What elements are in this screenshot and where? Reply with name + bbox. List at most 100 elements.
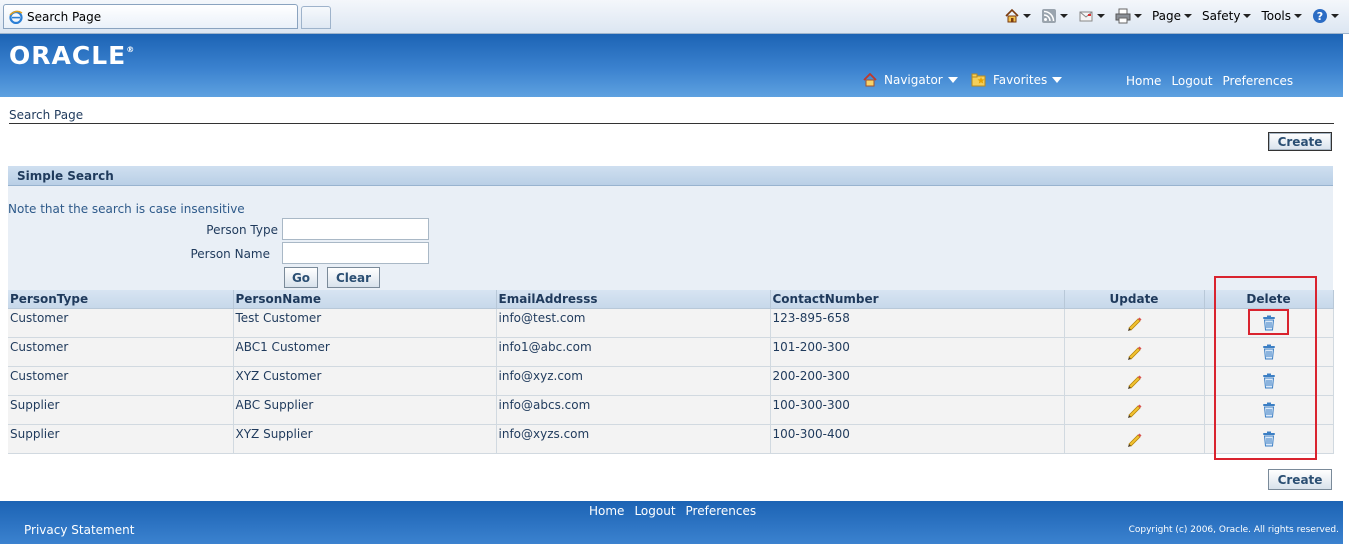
home-link[interactable]: Home bbox=[1126, 74, 1161, 88]
update-button[interactable] bbox=[1125, 374, 1143, 389]
global-links: Home Logout Preferences bbox=[1126, 74, 1293, 88]
navigator-menu[interactable]: Navigator bbox=[863, 73, 958, 87]
feeds-menu[interactable] bbox=[1041, 8, 1074, 24]
chevron-down-icon bbox=[947, 77, 958, 83]
cell-email: info@xyz.com bbox=[496, 366, 771, 396]
print-icon bbox=[1115, 8, 1131, 24]
page-menu[interactable]: Page bbox=[1152, 9, 1198, 23]
create-button-bottom[interactable]: Create bbox=[1268, 469, 1332, 490]
app-header: ORACLE® Navigator Favorites Home Logout … bbox=[0, 34, 1343, 97]
new-tab-button[interactable] bbox=[301, 6, 331, 29]
col-header-person-type[interactable]: PersonType bbox=[8, 290, 234, 309]
help-menu[interactable]: ? bbox=[1312, 8, 1339, 24]
col-header-update: Update bbox=[1064, 290, 1205, 309]
table-header-row: PersonType PersonName EmailAddresss Cont… bbox=[8, 290, 1334, 309]
mail-menu[interactable] bbox=[1078, 8, 1111, 24]
chevron-down-icon bbox=[1059, 14, 1068, 18]
safety-menu[interactable]: Safety bbox=[1202, 9, 1257, 23]
command-bar: Page Safety Tools ? bbox=[1004, 6, 1339, 26]
app-footer: Home Logout Preferences Privacy Statemen… bbox=[0, 501, 1343, 544]
delete-cell-highlight bbox=[1248, 309, 1289, 335]
privacy-statement-link[interactable]: Privacy Statement bbox=[24, 523, 134, 537]
favorites-label: Favorites bbox=[993, 73, 1048, 87]
footer-preferences-link[interactable]: Preferences bbox=[686, 504, 757, 518]
simple-search-title: Simple Search bbox=[17, 169, 114, 183]
cell-contact: 200-200-300 bbox=[770, 366, 1065, 396]
page-menu-label: Page bbox=[1151, 9, 1182, 23]
person-name-input[interactable] bbox=[282, 242, 429, 264]
cell-person-type: Supplier bbox=[8, 395, 234, 425]
delete-column-highlight bbox=[1214, 276, 1317, 460]
update-button[interactable] bbox=[1125, 403, 1143, 418]
chevron-down-icon bbox=[1184, 14, 1193, 18]
preferences-link[interactable]: Preferences bbox=[1223, 74, 1294, 88]
chevron-down-icon bbox=[1243, 14, 1252, 18]
update-button[interactable] bbox=[1125, 345, 1143, 360]
mail-icon bbox=[1079, 11, 1093, 22]
table-row: Customer XYZ Customer info@xyz.com 200-200-… bbox=[8, 366, 1334, 396]
cell-update bbox=[1064, 395, 1205, 425]
tools-menu[interactable]: Tools bbox=[1261, 9, 1308, 23]
cell-update bbox=[1064, 308, 1205, 338]
cell-email: info@xyzs.com bbox=[496, 424, 771, 454]
cell-person-name: XYZ Supplier bbox=[233, 424, 497, 454]
person-type-input[interactable] bbox=[282, 218, 429, 240]
update-button[interactable] bbox=[1125, 432, 1143, 447]
cell-update bbox=[1064, 337, 1205, 367]
chevron-down-icon bbox=[1133, 14, 1142, 18]
table-row: Customer ABC1 Customer info1@abc.com 101-20… bbox=[8, 337, 1334, 367]
home-icon bbox=[1005, 8, 1019, 23]
pencil-icon bbox=[1128, 404, 1142, 418]
cell-person-name: ABC1 Customer bbox=[233, 337, 497, 367]
cell-person-type: Customer bbox=[8, 337, 234, 367]
browser-tab-active[interactable]: Search Page bbox=[3, 4, 298, 29]
chevron-down-icon bbox=[1331, 14, 1339, 18]
footer-logout-link[interactable]: Logout bbox=[634, 504, 675, 518]
logout-link[interactable]: Logout bbox=[1171, 74, 1212, 88]
col-header-email[interactable]: EmailAddresss bbox=[496, 290, 771, 309]
favorites-folder-icon bbox=[971, 73, 986, 87]
pencil-icon bbox=[1128, 375, 1142, 389]
cell-contact: 100-300-400 bbox=[770, 424, 1065, 454]
update-button[interactable] bbox=[1125, 316, 1143, 331]
table-row: Supplier ABC Supplier info@abcs.com 100-300… bbox=[8, 395, 1334, 425]
col-header-contact[interactable]: ContactNumber bbox=[770, 290, 1065, 309]
cell-update bbox=[1064, 424, 1205, 454]
clear-button[interactable]: Clear bbox=[327, 267, 380, 288]
pencil-icon bbox=[1128, 346, 1142, 360]
oracle-logo: ORACLE® bbox=[9, 41, 136, 70]
chevron-down-icon bbox=[1022, 14, 1031, 18]
table-row: Customer Test Customer info@test.com 123-89… bbox=[8, 308, 1334, 338]
tools-menu-label: Tools bbox=[1261, 9, 1291, 23]
person-name-label: Person Name bbox=[190, 247, 270, 261]
pencil-icon bbox=[1128, 317, 1142, 331]
page-title: Search Page bbox=[9, 108, 84, 122]
cell-person-type: Customer bbox=[8, 308, 234, 338]
svg-text:?: ? bbox=[1317, 10, 1323, 23]
help-icon: ? bbox=[1313, 9, 1327, 23]
print-menu[interactable] bbox=[1115, 8, 1148, 24]
create-button-top[interactable]: Create bbox=[1268, 132, 1332, 151]
cell-email: info1@abc.com bbox=[496, 337, 771, 367]
cell-contact: 101-200-300 bbox=[770, 337, 1065, 367]
feeds-icon bbox=[1041, 9, 1056, 23]
cell-person-name: Test Customer bbox=[233, 308, 497, 338]
browser-toolbar: Search Page Page Safety Tools ? bbox=[0, 0, 1349, 34]
navigator-home-icon bbox=[863, 73, 877, 87]
browser-tab-title: Search Page bbox=[27, 10, 102, 24]
cell-contact: 100-300-300 bbox=[770, 395, 1065, 425]
cell-person-name: ABC Supplier bbox=[233, 395, 497, 425]
cell-update bbox=[1064, 366, 1205, 396]
cell-person-name: XYZ Customer bbox=[233, 366, 497, 396]
cell-email: info@test.com bbox=[496, 308, 771, 338]
navigator-label: Navigator bbox=[884, 73, 943, 87]
title-divider bbox=[9, 123, 1334, 124]
results-table: PersonType PersonName EmailAddresss Cont… bbox=[8, 290, 1334, 454]
col-header-person-name[interactable]: PersonName bbox=[233, 290, 497, 309]
table-row: Supplier XYZ Supplier info@xyzs.com 100-300… bbox=[8, 424, 1334, 454]
go-button[interactable]: Go bbox=[284, 267, 318, 288]
footer-home-link[interactable]: Home bbox=[589, 504, 624, 518]
favorites-menu[interactable]: Favorites bbox=[971, 73, 1063, 87]
person-type-label: Person Type bbox=[206, 223, 278, 237]
home-menu[interactable] bbox=[1004, 8, 1037, 24]
